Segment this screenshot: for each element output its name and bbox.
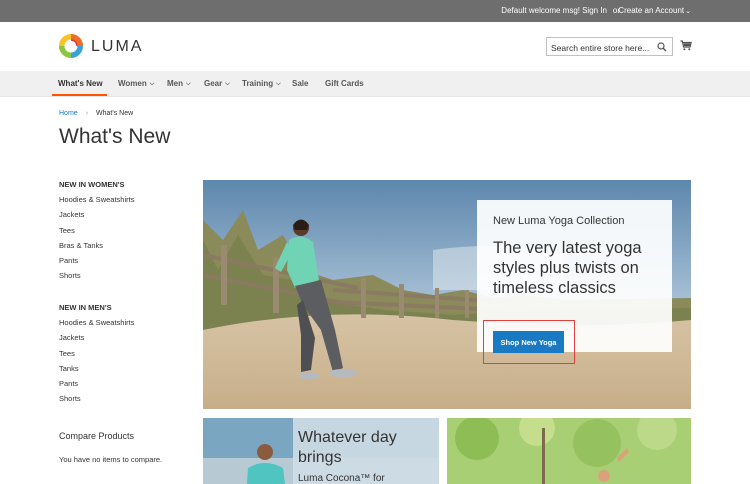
sidebar-heading-women: NEW IN WOMEN'S <box>59 180 125 189</box>
promo-tile-outdoor-image <box>447 418 691 484</box>
sign-in-link[interactable]: Sign In <box>582 6 607 15</box>
promo-tile-men-subtext: Luma Cocona™ for <box>298 473 385 484</box>
chevron-down-icon: ⌵ <box>276 81 281 87</box>
compare-products-title: Compare Products <box>59 431 135 441</box>
sidebar-link-women-jackets[interactable]: Jackets <box>59 210 189 225</box>
search-icon[interactable] <box>657 42 667 52</box>
sidebar-link-women-pants[interactable]: Pants <box>59 256 189 271</box>
nav-training[interactable]: Training ⌵ <box>242 79 281 89</box>
promo-tile-outdoor[interactable] <box>447 418 691 484</box>
sidebar-link-women-hoodies[interactable]: Hoodies & Sweatshirts <box>59 195 189 210</box>
nav-men-label: Men <box>167 79 183 88</box>
sidebar-link-women-tees[interactable]: Tees <box>59 226 189 241</box>
sidebar-link-women-bras-tanks[interactable]: Bras & Tanks <box>59 241 189 256</box>
welcome-message: Default welcome msg! <box>501 6 580 15</box>
page-title: What's New <box>59 125 171 148</box>
nav-gear[interactable]: Gear ⌵ <box>204 79 230 89</box>
create-account-label: Create an Account <box>618 6 685 15</box>
nav-men[interactable]: Men ⌵ <box>167 79 191 89</box>
nav-women-label: Women <box>118 79 147 88</box>
sidebar-link-women-shorts[interactable]: Shorts <box>59 271 189 286</box>
create-account-link[interactable]: Create an Account⌄ <box>618 6 691 15</box>
breadcrumb: Home › What's New <box>59 110 133 117</box>
breadcrumb-home[interactable]: Home <box>59 110 78 117</box>
nav-whats-new[interactable]: What's New <box>58 79 103 88</box>
sidebar-link-men-shorts[interactable]: Shorts <box>59 394 134 409</box>
sidebar-heading-men: NEW IN MEN'S <box>59 303 112 312</box>
chevron-down-icon: ⌵ <box>225 81 230 87</box>
sidebar-link-men-jackets[interactable]: Jackets <box>59 333 134 348</box>
sidebar: NEW IN WOMEN'S Hoodies & Sweatshirts Jac… <box>59 180 189 403</box>
sidebar-link-men-hoodies[interactable]: Hoodies & Sweatshirts <box>59 318 134 333</box>
chevron-down-icon: ⌵ <box>186 81 191 87</box>
nav-gear-label: Gear <box>204 79 223 88</box>
sidebar-link-men-pants[interactable]: Pants <box>59 379 134 394</box>
promo-tile-men-headline: Whatever day brings <box>298 429 397 466</box>
luma-logo-icon <box>59 34 83 58</box>
sidebar-link-men-tanks[interactable]: Tanks <box>59 364 134 379</box>
hero-banner[interactable]: New Luma Yoga Collection The very latest… <box>203 180 691 409</box>
nav-training-label: Training <box>242 79 274 88</box>
chevron-down-icon: ⌄ <box>685 8 691 15</box>
main-navigation: What's New Women ⌵ Men ⌵ Gear ⌵ Training ⌵ S… <box>0 71 750 97</box>
promo-card: New Luma Yoga Collection The very latest… <box>477 200 672 364</box>
promo-subtitle: New Luma Yoga Collection <box>493 215 625 227</box>
luma-logo[interactable]: LUMA <box>58 33 146 61</box>
compare-empty-message: You have no items to compare. <box>59 455 163 464</box>
sidebar-link-men-tees[interactable]: Tees <box>59 349 134 364</box>
sidebar-men-group: NEW IN MEN'S Hoodies & Sweatshirts Jacke… <box>59 303 134 410</box>
breadcrumb-separator-icon: › <box>85 110 89 117</box>
logo-wordmark: LUMA <box>91 38 144 55</box>
shop-new-yoga-button[interactable]: Shop New Yoga <box>493 331 564 353</box>
nav-gift-cards[interactable]: Gift Cards <box>325 79 364 88</box>
cart-icon[interactable] <box>680 40 692 51</box>
chevron-down-icon: ⌵ <box>149 81 155 87</box>
nav-sale[interactable]: Sale <box>292 79 308 88</box>
search-box[interactable] <box>546 37 673 57</box>
nav-active-underline <box>52 94 107 96</box>
promo-headline: The very latest yoga styles plus twists … <box>493 239 642 297</box>
nav-women[interactable]: Women ⌵ <box>118 79 154 89</box>
promo-tile-men[interactable]: Whatever day brings Luma Cocona™ for <box>203 418 439 484</box>
search-input[interactable] <box>547 39 655 57</box>
top-bar: Default welcome msg! Sign In or Create a… <box>0 0 750 22</box>
breadcrumb-current: What's New <box>96 110 134 117</box>
